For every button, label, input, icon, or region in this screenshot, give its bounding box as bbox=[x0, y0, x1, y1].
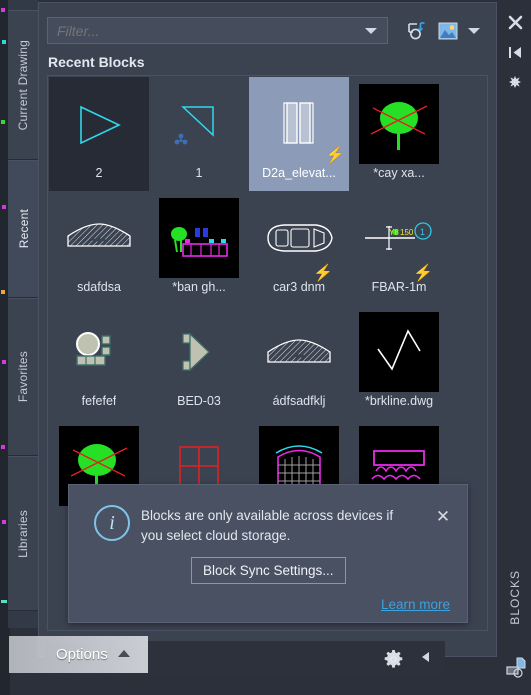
triangle-right-cyan-icon bbox=[57, 84, 141, 164]
dynamic-block-bolt-icon: ⚡ bbox=[313, 265, 333, 282]
svg-text:150: 150 bbox=[400, 228, 414, 237]
chevron-left-icon[interactable] bbox=[422, 652, 429, 662]
block-label: *cay xa... bbox=[373, 166, 425, 180]
car-plan-icon: ⚡ bbox=[257, 198, 341, 282]
blocks-palette: Current Drawing Recent Favorites Librari… bbox=[0, 0, 531, 695]
panel-title: BLOCKS bbox=[508, 570, 522, 625]
chevron-up-icon[interactable] bbox=[118, 650, 130, 657]
sidebar-item-current-drawing[interactable]: Current Drawing bbox=[8, 10, 38, 160]
section-header: Recent Blocks bbox=[48, 54, 145, 70]
insert-block-icon[interactable] bbox=[504, 655, 528, 679]
svg-text:Y8: Y8 bbox=[389, 228, 399, 237]
insert-block-icon[interactable] bbox=[405, 19, 429, 43]
options-flyout[interactable]: Options bbox=[9, 636, 148, 673]
cloud-storage-notification: i Blocks are only available across devic… bbox=[68, 484, 468, 623]
block-tile-selected[interactable]: ⚡ D2a_elevat... bbox=[249, 77, 349, 191]
panel-properties-icon[interactable] bbox=[505, 72, 525, 92]
tree-green-black-icon bbox=[359, 84, 439, 164]
filter-combobox[interactable] bbox=[47, 17, 388, 44]
block-label: BED-03 bbox=[177, 394, 221, 408]
palette-right-rail: BLOCKS bbox=[499, 0, 531, 695]
filter-input[interactable] bbox=[48, 22, 365, 39]
sidebar-item-libraries[interactable]: Libraries bbox=[8, 456, 38, 611]
tab-label-recent: Recent bbox=[16, 209, 31, 249]
block-tile[interactable]: *ban gh... bbox=[149, 191, 249, 305]
options-label: Options bbox=[56, 646, 108, 663]
break-line-black-icon bbox=[359, 312, 439, 392]
furniture-scene-icon bbox=[159, 198, 239, 278]
rebar-callout-icon: Y8 150 1 ⚡ bbox=[357, 198, 441, 282]
block-tile[interactable]: 1 bbox=[149, 77, 249, 191]
dynamic-block-bolt-icon: ⚡ bbox=[413, 265, 433, 282]
block-label: fefefef bbox=[81, 394, 117, 408]
thumbnail-view-icon[interactable] bbox=[436, 19, 460, 43]
close-icon[interactable]: ✕ bbox=[433, 507, 453, 527]
triangle-corner-cyan-icon bbox=[157, 84, 241, 164]
sidebar-item-recent[interactable]: Recent bbox=[8, 160, 39, 298]
block-label: 1 bbox=[195, 166, 203, 180]
sidebar-item-favorites[interactable]: Favorites bbox=[8, 298, 38, 456]
block-label: sdafdsa bbox=[77, 280, 121, 294]
block-tile[interactable]: BED-03 bbox=[149, 305, 249, 419]
block-tile[interactable]: *cay xa... bbox=[349, 77, 449, 191]
palette-tab-rail: Current Drawing Recent Favorites Librari… bbox=[8, 0, 39, 628]
block-tile[interactable]: ⚡ car3 dnm bbox=[249, 191, 349, 305]
toolbar bbox=[47, 17, 487, 45]
block-label: ádfsadfklj bbox=[272, 394, 326, 408]
block-label: *ban gh... bbox=[172, 280, 226, 294]
hatched-block-icon bbox=[57, 198, 141, 278]
gear-icon[interactable] bbox=[383, 649, 403, 669]
svg-text:1: 1 bbox=[420, 227, 425, 237]
block-label: car3 dnm bbox=[272, 280, 326, 294]
block-tile[interactable]: fefefef bbox=[49, 305, 149, 419]
notification-message: Blocks are only available across devices… bbox=[141, 508, 394, 543]
info-icon-glyph: i bbox=[109, 511, 115, 534]
block-label: D2a_elevat... bbox=[262, 166, 336, 180]
blocks-grid: 2 1 ⚡ D2a_elevat... *cay xa... sdafdsa *… bbox=[48, 76, 487, 533]
info-icon: i bbox=[94, 505, 130, 541]
block-sync-settings-button[interactable]: Block Sync Settings... bbox=[191, 557, 346, 584]
block-tile[interactable]: *brkline.dwg bbox=[349, 305, 449, 419]
block-tile[interactable]: sdafdsa bbox=[49, 191, 149, 305]
learn-more-link[interactable]: Learn more bbox=[381, 597, 450, 612]
dynamic-block-bolt-icon: ⚡ bbox=[325, 147, 345, 164]
wc-fixture-icon bbox=[57, 312, 141, 392]
tab-label-favorites: Favorites bbox=[16, 351, 30, 403]
tab-label-current-drawing: Current Drawing bbox=[16, 39, 30, 131]
bed-plan-icon bbox=[157, 312, 241, 392]
tab-label-libraries: Libraries bbox=[16, 509, 30, 558]
block-tile[interactable]: ádfsadfklj bbox=[249, 305, 349, 419]
double-door-icon: ⚡ bbox=[257, 84, 345, 164]
hatched-block-icon bbox=[257, 312, 341, 392]
view-options-chevron-down-icon[interactable] bbox=[462, 19, 486, 43]
auto-hide-icon[interactable] bbox=[505, 42, 525, 62]
block-label: *brkline.dwg bbox=[364, 394, 434, 408]
block-tile[interactable]: Y8 150 1 ⚡ FBAR-1m bbox=[349, 191, 449, 305]
block-label: FBAR-1m bbox=[371, 280, 427, 294]
block-label: 2 bbox=[95, 166, 103, 180]
block-tile[interactable]: 2 bbox=[49, 77, 149, 191]
close-icon[interactable] bbox=[505, 12, 525, 32]
chevron-down-icon[interactable] bbox=[365, 27, 377, 34]
